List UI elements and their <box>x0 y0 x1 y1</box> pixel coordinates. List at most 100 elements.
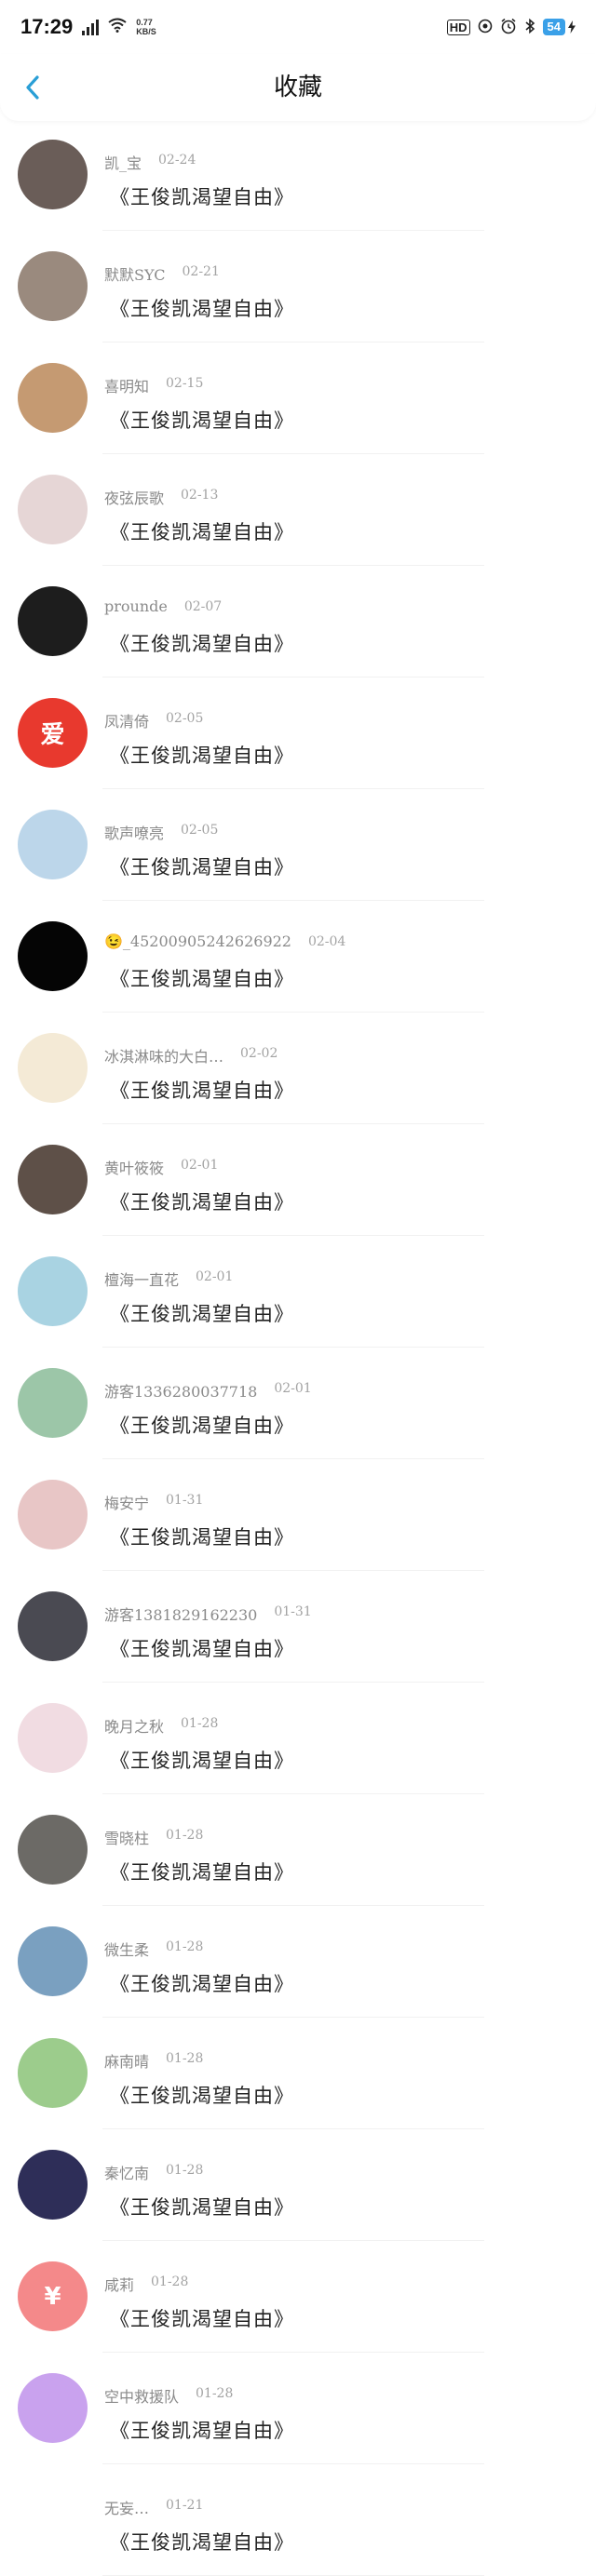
book-title[interactable]: 《王俊凯渴望自由》 <box>110 1634 294 1662</box>
favorite-item[interactable]: 无妄… 01-21 《王俊凯渴望自由》 <box>0 2464 596 2576</box>
favorite-date: 01-28 <box>166 2163 204 2178</box>
book-title[interactable]: 《王俊凯渴望自由》 <box>110 2528 294 2556</box>
user-name: 歌声嘹亮 <box>104 825 165 842</box>
book-title[interactable]: 《王俊凯渴望自由》 <box>110 741 294 769</box>
book-title[interactable]: 《王俊凯渴望自由》 <box>110 182 294 210</box>
book-title[interactable]: 《王俊凯渴望自由》 <box>110 964 294 992</box>
book-title[interactable]: 《王俊凯渴望自由》 <box>110 1858 294 1885</box>
status-left: 17:29 0.77 KB/S <box>20 15 156 39</box>
book-title[interactable]: 《王俊凯渴望自由》 <box>110 629 294 657</box>
page-title: 收藏 <box>273 74 322 101</box>
battery-level: 54 <box>542 19 565 35</box>
book-title[interactable]: 《王俊凯渴望自由》 <box>110 1299 294 1327</box>
favorite-date: 02-02 <box>240 1046 278 1061</box>
status-bar: 17:29 0.77 KB/S HD 54 <box>0 0 596 54</box>
hd-badge: HD <box>446 19 470 35</box>
favorite-item[interactable]: 默默SYC 02-21 《王俊凯渴望自由》 <box>0 231 596 342</box>
favorite-date: 01-28 <box>151 2274 189 2289</box>
bluetooth-icon <box>524 18 535 37</box>
alarm-icon <box>500 18 517 37</box>
status-right: HD 54 <box>446 18 576 37</box>
book-title[interactable]: 《王俊凯渴望自由》 <box>110 2416 294 2444</box>
net-speed: 0.77 KB/S <box>136 18 156 36</box>
user-name: 冰淇淋味的大白… <box>104 1048 224 1066</box>
favorite-item[interactable]: 微生柔 01-28 《王俊凯渴望自由》 <box>0 1906 596 2018</box>
favorite-item[interactable]: 晚月之秋 01-28 《王俊凯渴望自由》 <box>0 1683 596 1794</box>
favorite-item[interactable]: 凯_宝 02-24 《王俊凯渴望自由》 <box>0 119 596 231</box>
favorite-item[interactable]: 😉_45200905242626922 02-04 《王俊凯渴望自由》 <box>0 901 596 1013</box>
avatar[interactable] <box>18 2038 88 2108</box>
avatar[interactable] <box>18 1926 88 1996</box>
avatar[interactable]: 爱 <box>18 698 88 768</box>
favorite-item[interactable]: 喜明知 02-15 《王俊凯渴望自由》 <box>0 342 596 454</box>
user-name: 秦忆南 <box>104 2165 150 2182</box>
user-name: 梅安宁 <box>104 1495 150 1512</box>
favorite-item[interactable]: 麻南晴 01-28 《王俊凯渴望自由》 <box>0 2018 596 2129</box>
book-title[interactable]: 《王俊凯渴望自由》 <box>110 294 294 322</box>
avatar[interactable] <box>18 921 88 991</box>
avatar[interactable] <box>18 810 88 879</box>
book-title[interactable]: 《王俊凯渴望自由》 <box>110 2193 294 2220</box>
avatar[interactable] <box>18 2150 88 2220</box>
avatar[interactable] <box>18 475 88 544</box>
book-title[interactable]: 《王俊凯渴望自由》 <box>110 2304 294 2332</box>
favorite-item[interactable]: 雪晓柱 01-28 《王俊凯渴望自由》 <box>0 1794 596 1906</box>
avatar[interactable] <box>18 363 88 433</box>
clock: 17:29 <box>20 15 74 38</box>
avatar[interactable] <box>18 1480 88 1550</box>
book-title[interactable]: 《王俊凯渴望自由》 <box>110 1523 294 1550</box>
avatar[interactable] <box>18 140 88 209</box>
favorite-item[interactable]: 黄叶筱筱 02-01 《王俊凯渴望自由》 <box>0 1124 596 1236</box>
avatar[interactable] <box>18 1145 88 1214</box>
user-name: 凤清倚 <box>104 713 150 731</box>
user-name: 微生柔 <box>104 1941 150 1959</box>
favorite-date: 01-28 <box>166 1939 204 1954</box>
cell-signal-icon <box>82 19 100 35</box>
avatar[interactable] <box>18 251 88 321</box>
favorite-item[interactable]: 游客1381829162230 01-31 《王俊凯渴望自由》 <box>0 1571 596 1683</box>
favorite-date: 02-24 <box>158 153 196 168</box>
favorite-item[interactable]: 秦忆南 01-28 《王俊凯渴望自由》 <box>0 2129 596 2241</box>
favorite-item[interactable]: 檀海一直花 02-01 《王俊凯渴望自由》 <box>0 1236 596 1348</box>
favorite-item[interactable]: ¥ 咸莉 01-28 《王俊凯渴望自由》 <box>0 2241 596 2353</box>
favorite-date: 01-31 <box>274 1604 312 1619</box>
book-title[interactable]: 《王俊凯渴望自由》 <box>110 2081 294 2109</box>
favorite-item[interactable]: prounde 02-07 《王俊凯渴望自由》 <box>0 566 596 678</box>
favorite-item[interactable]: 空中救援队 01-28 《王俊凯渴望自由》 <box>0 2353 596 2464</box>
avatar[interactable] <box>18 2373 88 2443</box>
book-title[interactable]: 《王俊凯渴望自由》 <box>110 852 294 880</box>
book-title[interactable]: 《王俊凯渴望自由》 <box>110 1076 294 1104</box>
user-name: 游客1381829162230 <box>104 1606 258 1624</box>
favorite-item[interactable]: 梅安宁 01-31 《王俊凯渴望自由》 <box>0 1459 596 1571</box>
user-name: 夜弦辰歌 <box>104 490 165 507</box>
favorite-item[interactable]: 爱 凤清倚 02-05 《王俊凯渴望自由》 <box>0 678 596 789</box>
book-title[interactable]: 《王俊凯渴望自由》 <box>110 1411 294 1439</box>
book-title[interactable]: 《王俊凯渴望自由》 <box>110 1969 294 1997</box>
favorites-list: 凯_宝 02-24 《王俊凯渴望自由》 默默SYC 02-21 《王俊凯渴望自由… <box>0 119 596 2576</box>
user-name: 😉_45200905242626922 <box>104 932 291 950</box>
user-name: 黄叶筱筱 <box>104 1160 165 1177</box>
favorite-item[interactable]: 夜弦辰歌 02-13 《王俊凯渴望自由》 <box>0 454 596 566</box>
favorite-item[interactable]: 游客1336280037718 02-01 《王俊凯渴望自由》 <box>0 1348 596 1459</box>
do-not-disturb-icon <box>478 19 493 36</box>
avatar[interactable]: ¥ <box>18 2261 88 2331</box>
book-title[interactable]: 《王俊凯渴望自由》 <box>110 1187 294 1215</box>
avatar[interactable] <box>18 1591 88 1661</box>
favorite-date: 01-31 <box>166 1493 204 1508</box>
favorite-item[interactable]: 歌声嘹亮 02-05 《王俊凯渴望自由》 <box>0 789 596 901</box>
charging-bolt-icon <box>568 20 576 34</box>
favorite-item[interactable]: 冰淇淋味的大白… 02-02 《王俊凯渴望自由》 <box>0 1013 596 1124</box>
user-name: 檀海一直花 <box>104 1271 180 1289</box>
avatar[interactable] <box>18 1256 88 1326</box>
avatar[interactable] <box>18 586 88 656</box>
avatar[interactable] <box>18 1703 88 1773</box>
avatar[interactable] <box>18 1368 88 1438</box>
book-title[interactable]: 《王俊凯渴望自由》 <box>110 517 294 545</box>
book-title[interactable]: 《王俊凯渴望自由》 <box>110 1746 294 1774</box>
book-title[interactable]: 《王俊凯渴望自由》 <box>110 406 294 434</box>
favorite-date: 02-05 <box>181 823 219 838</box>
avatar[interactable] <box>18 1815 88 1885</box>
avatar[interactable] <box>18 2485 88 2555</box>
avatar[interactable] <box>18 1033 88 1103</box>
user-name: prounde <box>104 597 168 615</box>
